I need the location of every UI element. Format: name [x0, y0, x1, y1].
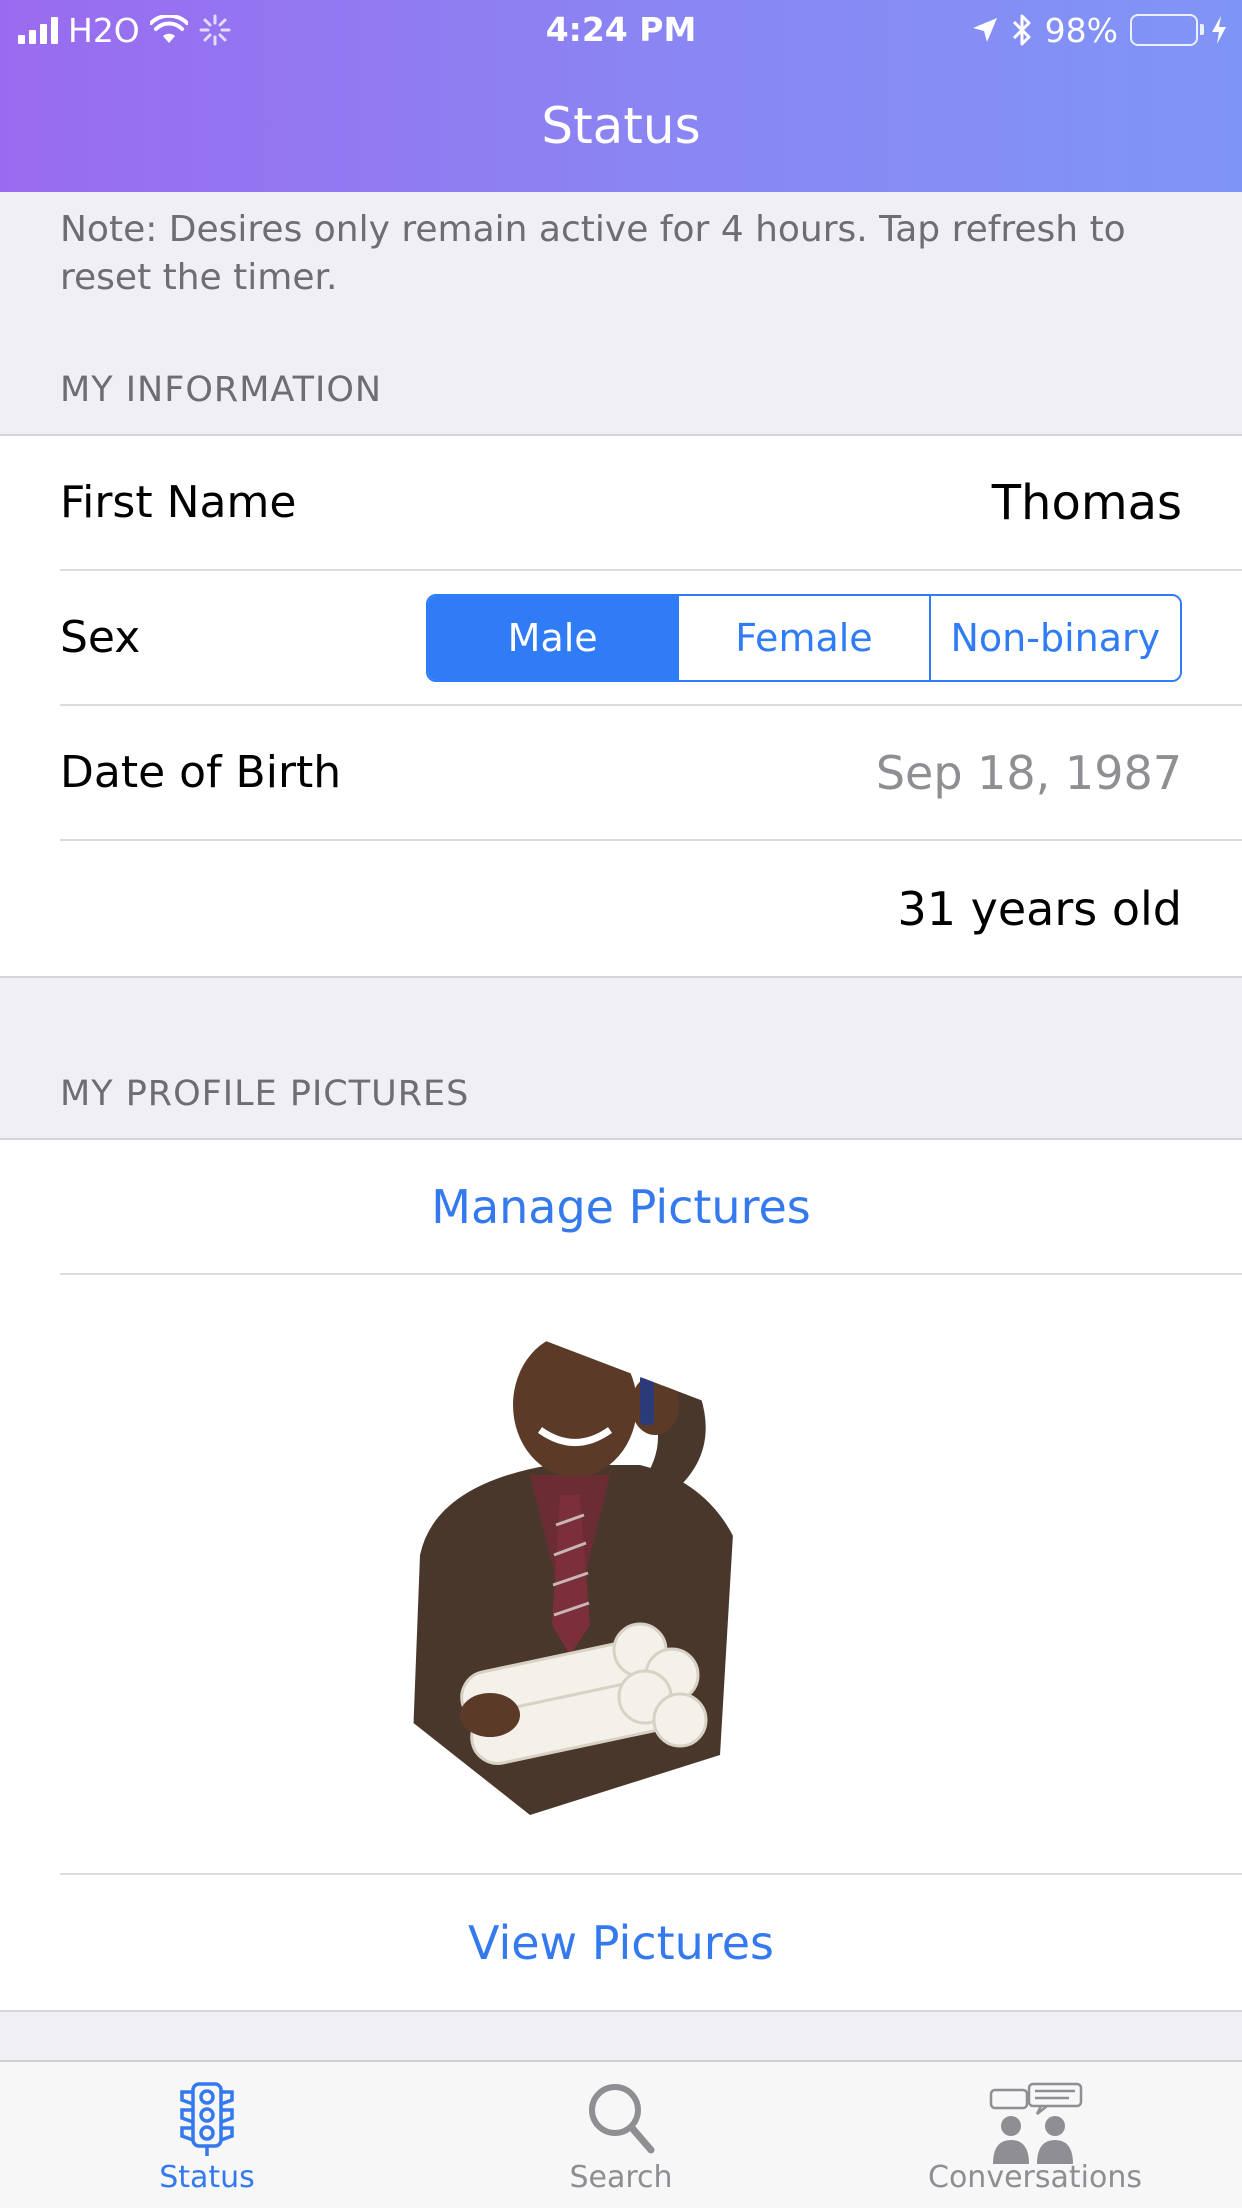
- charging-bolt-icon: [1212, 16, 1226, 44]
- page-title: Status: [541, 97, 701, 155]
- sex-option-non-binary[interactable]: Non-binary: [928, 595, 1180, 680]
- date-of-birth-value[interactable]: Sep 18, 1987: [876, 746, 1182, 800]
- tab-bar: Status Search Conversations: [0, 2060, 1242, 2208]
- sex-option-male[interactable]: Male: [428, 595, 678, 680]
- battery-percent: 98%: [1044, 10, 1118, 50]
- conversations-icon: [989, 2082, 1083, 2164]
- date-of-birth-row[interactable]: Date of Birth Sep 18, 1987: [60, 706, 1242, 841]
- view-pictures-button[interactable]: View Pictures: [468, 1916, 774, 1970]
- sex-segmented-control[interactable]: Male Female Non-binary: [426, 593, 1182, 682]
- battery-icon: [1130, 14, 1204, 46]
- view-pictures-row[interactable]: View Pictures: [60, 1875, 1242, 2010]
- tab-status-label: Status: [159, 2160, 255, 2195]
- bluetooth-icon: [1012, 14, 1031, 46]
- profile-picture-row: [60, 1275, 1242, 1875]
- age-value: 31 years old: [897, 881, 1183, 936]
- profile-picture-image[interactable]: [340, 1335, 880, 1815]
- tab-conversations-label: Conversations: [928, 2160, 1142, 2195]
- timer-note: Note: Desires only remain active for 4 h…: [60, 209, 1126, 298]
- first-name-label: First Name: [60, 477, 297, 528]
- manage-pictures-button[interactable]: Manage Pictures: [431, 1180, 811, 1234]
- status-screen: H2O 4:24 PM 98% Status Note: Desires onl…: [0, 0, 1242, 2208]
- section-header-my-profile-pictures: MY PROFILE PICTURES: [60, 1074, 470, 1114]
- status-bar-right: 98%: [971, 10, 1228, 50]
- first-name-value[interactable]: Thomas: [992, 475, 1182, 531]
- sex-label: Sex: [60, 612, 141, 663]
- navigation-header: H2O 4:24 PM 98% Status: [0, 0, 1242, 192]
- sex-option-female[interactable]: Female: [677, 595, 929, 680]
- tab-conversations[interactable]: Conversations: [828, 2062, 1242, 2208]
- manage-pictures-row[interactable]: Manage Pictures: [60, 1140, 1242, 1275]
- location-arrow-icon: [972, 18, 997, 42]
- tab-search[interactable]: Search: [414, 2062, 828, 2208]
- status-bar: H2O 4:24 PM 98%: [0, 0, 1242, 60]
- first-name-row[interactable]: First Name Thomas: [60, 436, 1242, 571]
- traffic-light-icon: [180, 2082, 234, 2156]
- profile-pictures-group: Manage Pictures View Pictures: [0, 1138, 1242, 2012]
- my-information-group: First Name Thomas Sex Male Female Non-bi…: [0, 434, 1242, 978]
- tab-status[interactable]: Status: [0, 2062, 414, 2208]
- age-row: 31 years old: [60, 841, 1242, 976]
- date-of-birth-label: Date of Birth: [60, 747, 342, 798]
- sex-row: Sex Male Female Non-binary: [60, 571, 1242, 706]
- search-icon: [589, 2084, 655, 2154]
- tab-search-label: Search: [569, 2160, 673, 2195]
- section-header-my-information: MY INFORMATION: [60, 370, 383, 410]
